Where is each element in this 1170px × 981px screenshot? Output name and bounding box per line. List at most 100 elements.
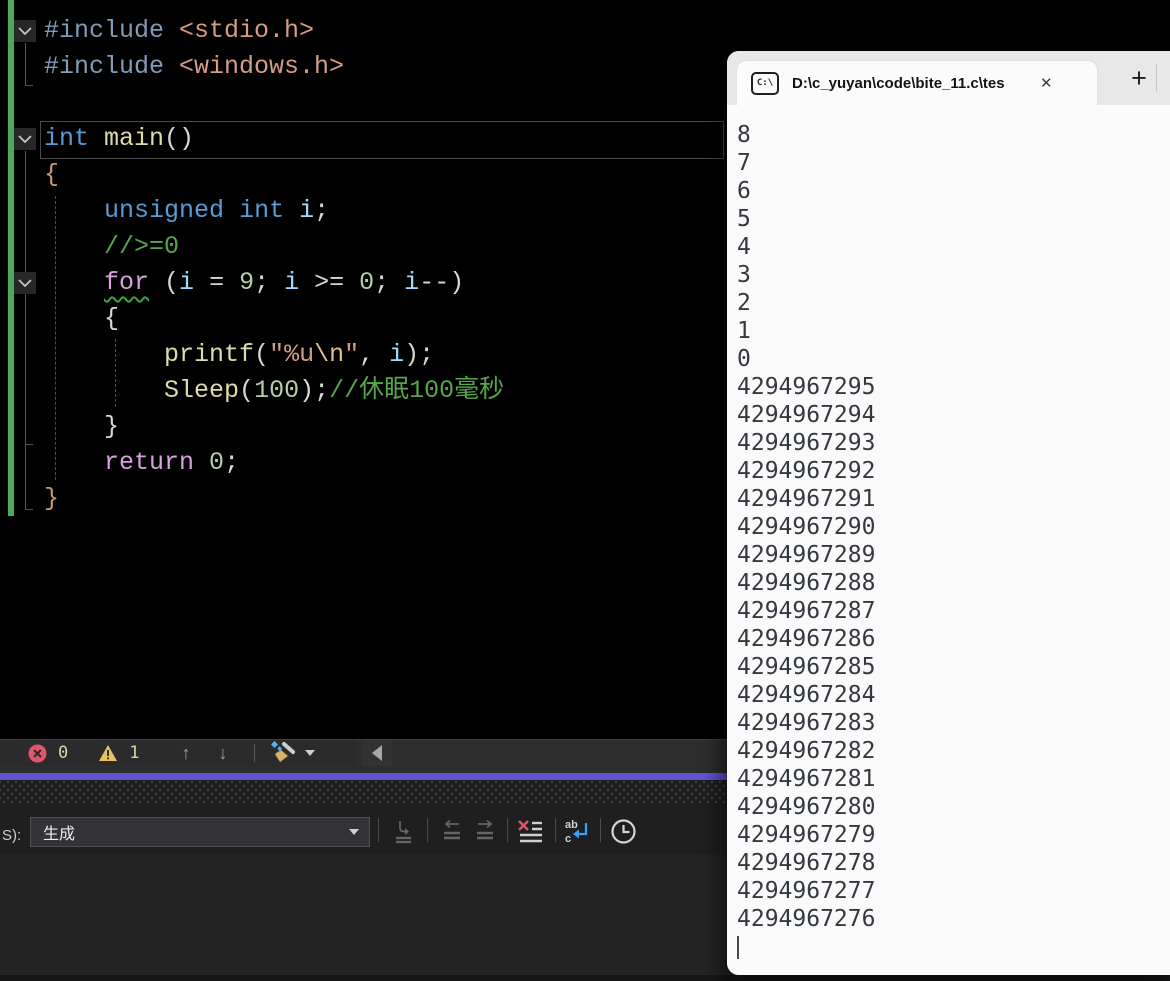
console-line: 2	[737, 290, 751, 316]
code-line: {	[44, 160, 60, 189]
console-line: 4294967291	[737, 486, 876, 512]
fold-chevron-icon[interactable]	[14, 20, 36, 42]
console-line: 4294967288	[737, 570, 876, 596]
svg-text:c: c	[565, 833, 571, 844]
console-line: 3	[737, 262, 751, 288]
console-line: 4294967277	[737, 878, 876, 904]
prev-message-icon[interactable]	[437, 818, 467, 844]
terminal-body[interactable]: 8 7 6 5 4 3 2 1 0 4294967295 4294967294 4294967293 4…	[727, 105, 1170, 975]
prev-issue-icon[interactable]: ↑	[182, 744, 191, 762]
console-output: 8 7 6 5 4 3 2 1 0 4294967295 4294967294 4294967293 4…	[737, 121, 1170, 933]
separator	[378, 818, 379, 842]
bottom-strip	[0, 975, 1170, 981]
separator	[253, 744, 255, 762]
code-line: for (i = 9; i >= 0; i--)	[104, 268, 465, 297]
combobox-value: 生成	[43, 826, 76, 843]
code-line: Sleep(100);//休眠100毫秒	[164, 376, 505, 405]
output-source-combobox[interactable]: 生成	[30, 817, 370, 847]
changed-lines-bar	[8, 0, 14, 516]
fold-guide	[25, 43, 26, 85]
cmd-prompt-icon: C:\	[751, 71, 779, 95]
fold-chevron-icon[interactable]	[14, 272, 36, 294]
close-tab-icon[interactable]: ✕	[1040, 74, 1053, 92]
errors-icon	[28, 744, 47, 762]
console-line: 8	[737, 122, 751, 148]
console-line: 4294967295	[737, 374, 876, 400]
terminal-tab-title: D:\c_yuyan\code\bite_11.c\tes	[792, 74, 1005, 92]
fold-guide-tick	[25, 444, 33, 445]
next-issue-icon[interactable]: ↓	[219, 744, 228, 762]
console-line: 4294967294	[737, 402, 876, 428]
errors-indicator[interactable]: 0	[28, 743, 68, 763]
clear-all-icon[interactable]	[515, 818, 545, 844]
console-line: 4294967278	[737, 850, 876, 876]
chevron-down-icon	[349, 829, 359, 835]
code-line: int main()	[44, 124, 195, 153]
svg-text:ab: ab	[565, 819, 578, 831]
scroll-left-icon	[372, 745, 382, 761]
console-line: 4294967285	[737, 654, 876, 680]
terminal-window: C:\ D:\c_yuyan\code\bite_11.c\tes ✕ + 87…	[727, 51, 1170, 975]
fold-guide	[25, 151, 26, 510]
scroll-left-button[interactable]	[362, 740, 392, 766]
warnings-indicator[interactable]: 1	[98, 743, 140, 763]
code-editor: #include <stdio.h> #include <windows.h> in…	[0, 0, 728, 739]
output-source-label: S):	[2, 827, 22, 844]
console-line: 7	[737, 150, 751, 176]
console-line: 4294967289	[737, 542, 876, 568]
code-line: return 0;	[104, 448, 240, 477]
warnings-icon	[99, 745, 118, 761]
fold-guide-tick	[25, 85, 33, 86]
console-line: 4294967283	[737, 710, 876, 736]
code-line: }	[44, 484, 60, 513]
console-line: 4294967281	[737, 766, 876, 792]
code-cleanup-button[interactable]	[269, 741, 315, 765]
console-line: 4294967282	[737, 738, 876, 764]
terminal-tab[interactable]: C:\ D:\c_yuyan\code\bite_11.c\tes ✕	[737, 61, 1097, 105]
console-line: 6	[737, 178, 751, 204]
console-line: 4294967280	[737, 794, 876, 820]
code-line: #include <stdio.h>	[44, 16, 315, 45]
warning-count: 1	[129, 743, 140, 763]
code-line: unsigned int i;	[104, 196, 330, 225]
console-line: 1	[737, 318, 751, 344]
code-line: {	[44, 304, 120, 333]
goto-location-icon[interactable]	[388, 818, 418, 844]
code-line: #include <windows.h>	[44, 52, 345, 81]
console-line: 4294967293	[737, 430, 876, 456]
new-tab-button[interactable]: +	[1122, 63, 1156, 93]
fold-chevron-icon[interactable]	[14, 128, 36, 150]
console-line: 4294967290	[737, 514, 876, 540]
separator	[507, 818, 508, 842]
code-line: }	[44, 412, 120, 441]
terminal-tabbar: C:\ D:\c_yuyan\code\bite_11.c\tes ✕ +	[727, 51, 1170, 105]
code-cleanup-broom-icon	[270, 741, 295, 763]
separator	[427, 818, 428, 842]
console-line: 0	[737, 346, 751, 372]
screen: #include <stdio.h> #include <windows.h> in…	[0, 0, 1170, 981]
error-count: 0	[58, 743, 69, 763]
code-line: //>=0	[104, 232, 180, 261]
separator	[600, 818, 601, 842]
console-line: 4294967287	[737, 598, 876, 624]
console-line: 5	[737, 206, 751, 232]
console-line: 4294967292	[737, 458, 876, 484]
horizontal-scrollbar[interactable]	[356, 740, 728, 766]
next-message-icon[interactable]	[470, 818, 500, 844]
terminal-cursor	[737, 936, 739, 959]
separator	[1156, 64, 1157, 92]
code-line: printf("%u\n", i);	[164, 340, 435, 369]
timestamp-clock-icon[interactable]	[608, 818, 638, 844]
console-line: 4294967279	[737, 822, 876, 848]
dropdown-caret-icon	[304, 750, 315, 756]
console-line: 4294967276	[737, 906, 876, 932]
code-area[interactable]: #include <stdio.h> #include <windows.h> in…	[44, 13, 504, 517]
console-line: 4294967284	[737, 682, 876, 708]
word-wrap-icon[interactable]: ab c	[562, 818, 592, 844]
console-line: 4294967286	[737, 626, 876, 652]
editor-diagnostics-bar: 0 1 ↑ ↓	[0, 739, 728, 766]
console-line: 4	[737, 234, 751, 260]
separator	[555, 818, 556, 842]
fold-guide-tick	[25, 509, 33, 510]
